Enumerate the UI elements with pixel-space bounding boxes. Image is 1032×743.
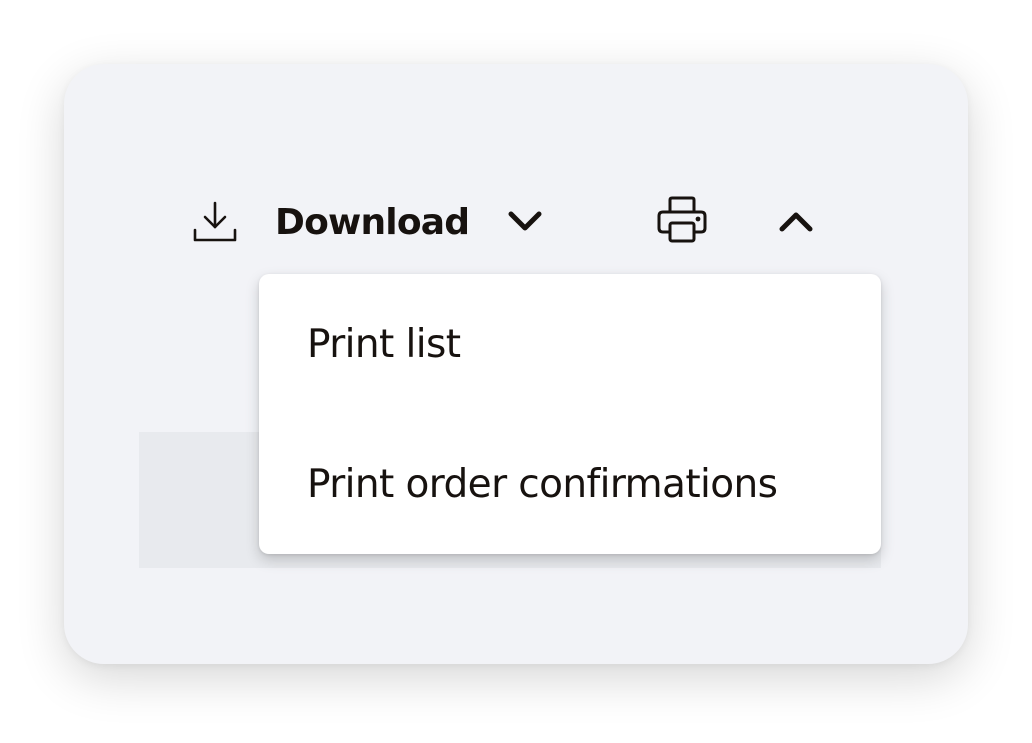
download-button[interactable]: Download: [192, 195, 545, 249]
chevron-up-icon: [776, 201, 816, 245]
printer-icon: [656, 196, 708, 248]
download-label: Download: [275, 201, 470, 243]
chevron-down-icon[interactable]: [505, 202, 545, 242]
menu-item-print-list[interactable]: Print list: [259, 274, 881, 414]
download-icon: [192, 199, 238, 245]
menu-item-print-order-confirmations[interactable]: Print order confirmations: [259, 414, 881, 554]
collapse-button[interactable]: [775, 202, 817, 244]
print-button[interactable]: [654, 196, 710, 248]
toolbar: Download: [64, 64, 968, 264]
toolbar-card: Download Print list Print order confirma…: [64, 64, 968, 664]
print-dropdown-menu: Print list Print order confirmations: [259, 274, 881, 554]
